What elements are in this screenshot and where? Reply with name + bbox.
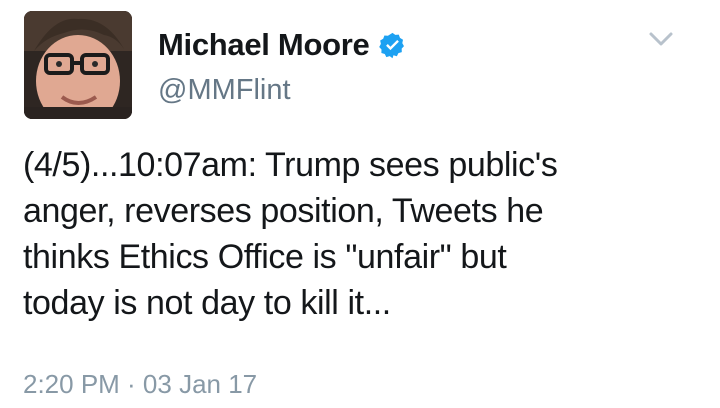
tweet-text-line: thinks Ethics Office is "unfair" but <box>23 238 507 276</box>
tweet-text-line: (4/5)...10:07am: Trump sees public's <box>23 146 558 184</box>
tweet-text-line: anger, reverses position, Tweets he <box>23 192 544 230</box>
tweet-card: Michael Moore @MMFlint (4/5)...10:07am: … <box>0 0 720 408</box>
display-name[interactable]: Michael Moore <box>158 27 370 63</box>
tweet-text-line: today is not day to kill it... <box>23 284 391 322</box>
tweet-timestamp[interactable]: 2:20 PM · 03 Jan 17 <box>23 369 257 400</box>
avatar[interactable] <box>24 11 132 119</box>
tweet-text: (4/5)...10:07am: Trump sees public's ang… <box>23 142 703 326</box>
verified-badge-icon <box>378 31 407 60</box>
avatar-image <box>24 11 132 119</box>
author-name-row: Michael Moore <box>158 22 407 68</box>
chevron-down-icon[interactable] <box>646 28 676 50</box>
author-handle[interactable]: @MMFlint <box>158 74 291 107</box>
